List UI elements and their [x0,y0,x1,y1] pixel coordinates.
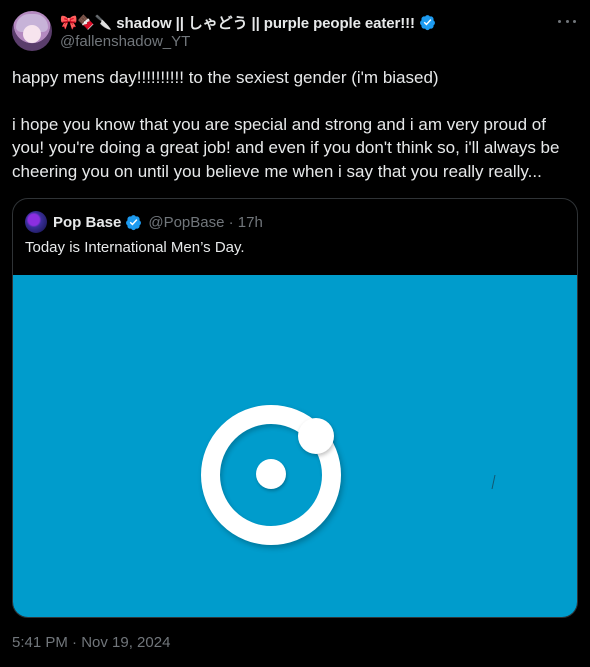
tweet-paragraph: i hope you know that you are special and… [12,114,560,181]
verified-icon [420,14,435,30]
verified-icon [126,214,142,230]
quote-handle-time: @PopBase · 17h [148,213,263,231]
media-center-dot [256,459,286,489]
avatar-face [23,25,41,43]
more-dot [565,19,569,23]
media-ring-knob [298,418,334,454]
avatar[interactable] [12,11,52,51]
quote-text: Today is International Men’s Day. [25,239,245,256]
tweet-timestamp[interactable]: 5:41 PM · Nov 19, 2024 [12,634,170,651]
quote-display-name: Pop Base [53,213,122,231]
quote-header: Pop Base @PopBase · 17h [25,211,263,233]
name-row: 🎀🍫🔪 shadow || しゃどう || purple people eate… [60,12,550,32]
tweet-text: happy mens day!!!!!!!!!! to the sexiest … [12,66,578,183]
more-dot [558,19,561,23]
text-cursor-mark [491,475,498,489]
name-emojis: 🎀🍫🔪 [60,13,113,30]
quote-tweet[interactable]: Pop Base @PopBase · 17h Today is Interna… [12,198,578,618]
more-dot [573,19,576,23]
tweet-paragraph: happy mens day!!!!!!!!!! to the sexiest … [12,68,439,87]
tweet-header: 🎀🍫🔪 shadow || しゃどう || purple people eate… [60,12,550,50]
display-name[interactable]: shadow || しゃどう || purple people eater!!! [116,12,415,33]
quote-media[interactable] [13,275,577,617]
quote-avatar [25,211,47,233]
more-icon[interactable] [558,14,576,28]
tweet: 🎀🍫🔪 shadow || しゃどう || purple people eate… [0,0,590,667]
handle[interactable]: @fallenshadow_YT [60,33,550,50]
